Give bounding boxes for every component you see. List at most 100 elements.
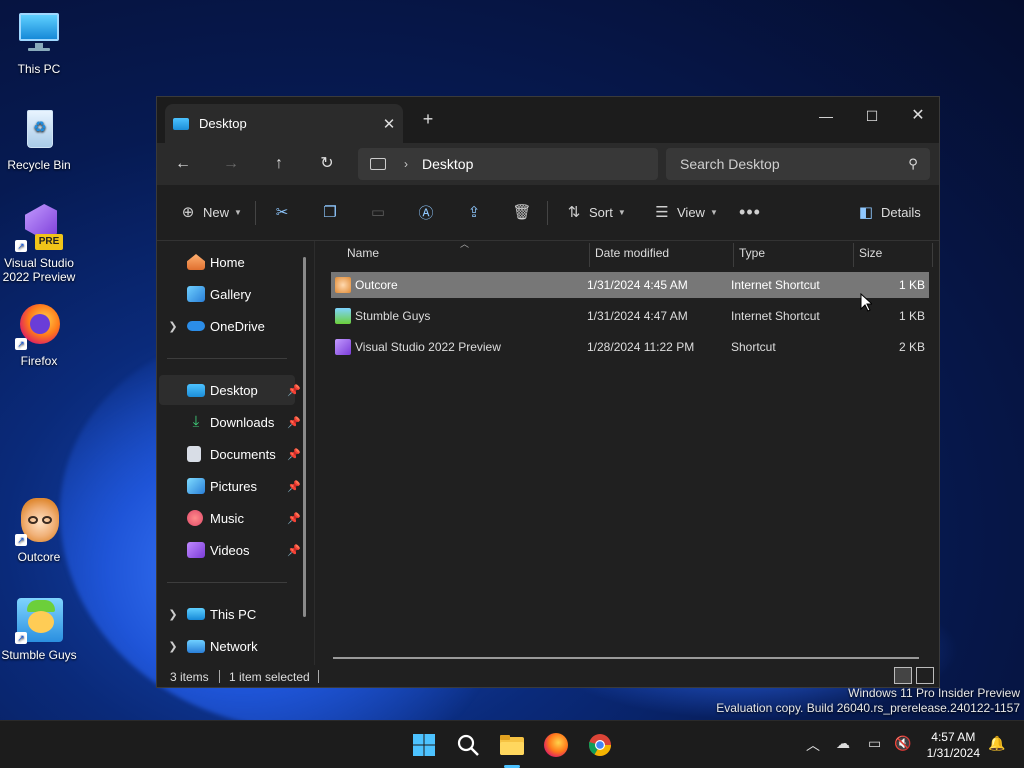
sort-button[interactable]: ⇅ Sort ▼	[559, 197, 626, 227]
new-tab-button[interactable]: +	[415, 109, 441, 130]
clipboard-icon: ▭	[370, 204, 386, 221]
taskbar-chrome[interactable]	[584, 729, 616, 761]
show-hidden-icons-chevron-up-icon[interactable]: ︿	[806, 735, 820, 755]
search-box[interactable]: ⚲	[666, 148, 930, 180]
sidebar-item-documents[interactable]: Documents 📌	[159, 439, 301, 469]
sidebar-item-home[interactable]: Home	[159, 247, 295, 277]
table-row[interactable]: Visual Studio 2022 Preview 1/28/2024 11:…	[331, 334, 929, 360]
toolbar-divider	[255, 201, 256, 225]
address-bar[interactable]: › Desktop	[358, 148, 658, 180]
desktop-icon-firefox[interactable]: ↗ Firefox	[1, 302, 77, 368]
home-icon	[187, 254, 205, 270]
new-button[interactable]: ⊕ New ▼	[173, 197, 242, 227]
search-input[interactable]	[680, 156, 896, 172]
sidebar-item-videos[interactable]: Videos 📌	[159, 535, 301, 565]
file-size: 2 KB	[898, 340, 925, 354]
minimize-button[interactable]: —	[803, 101, 849, 131]
breadcrumb-desktop[interactable]: Desktop	[422, 156, 473, 172]
network-display-icon[interactable]: ▭	[868, 735, 881, 752]
maximize-button[interactable]: ☐	[849, 101, 895, 131]
up-button[interactable]: ↑	[264, 149, 294, 179]
column-header-type[interactable]: Type	[739, 241, 765, 271]
view-button[interactable]: ☰ View ▼	[647, 197, 718, 227]
view-lines-icon: ☰	[655, 204, 669, 221]
sidebar-item-gallery[interactable]: Gallery	[159, 279, 295, 309]
rename-button[interactable]: Ⓐ	[411, 197, 441, 227]
chevron-down-icon: ▼	[234, 207, 242, 217]
refresh-button[interactable]: ↻	[312, 149, 342, 179]
sidebar-scrollbar[interactable]	[303, 257, 306, 617]
back-button[interactable]: ←	[168, 149, 198, 179]
sidebar-divider	[167, 582, 287, 583]
pin-icon[interactable]: 📌	[287, 480, 301, 493]
delete-button[interactable]: 🗑	[507, 197, 537, 227]
sidebar-item-network[interactable]: ❯ Network	[159, 631, 295, 661]
sidebar-item-label: Documents	[210, 446, 276, 462]
sidebar-item-music[interactable]: Music 📌	[159, 503, 301, 533]
taskbar-firefox[interactable]	[540, 729, 572, 761]
sidebar-item-label: Gallery	[210, 286, 252, 302]
monitor-icon	[15, 10, 63, 58]
file-name: Stumble Guys	[355, 309, 431, 323]
sidebar-item-this-pc[interactable]: ❯ This PC	[159, 599, 295, 629]
search-taskbar-button[interactable]	[452, 729, 484, 761]
pre-badge: PRE	[35, 234, 63, 250]
more-options-button[interactable]: •••	[735, 197, 765, 227]
share-button[interactable]: ⇪	[459, 197, 489, 227]
notification-bell-icon[interactable]: 🔔	[988, 735, 1005, 752]
table-row[interactable]: Outcore 1/31/2024 4:45 AM Internet Short…	[331, 272, 929, 298]
column-header-name[interactable]: Name	[347, 241, 379, 271]
folder-icon	[500, 735, 524, 755]
clock[interactable]: 4:57 AM 1/31/2024	[927, 729, 980, 761]
sidebar-item-desktop[interactable]: Desktop 📌	[159, 375, 301, 405]
sidebar-item-pictures[interactable]: Pictures 📌	[159, 471, 301, 501]
desktop-icon-recycle-bin[interactable]: ♻ Recycle Bin	[1, 106, 77, 172]
tab-desktop[interactable]: Desktop ✕	[165, 104, 403, 143]
desktop-icon-visual-studio[interactable]: PRE ↗ Visual Studio 2022 Preview	[1, 204, 77, 284]
pin-icon[interactable]: 📌	[287, 448, 301, 461]
desktop-icon-this-pc[interactable]: This PC	[1, 10, 77, 76]
close-window-button[interactable]: ✕	[895, 101, 941, 131]
document-icon	[187, 446, 201, 462]
column-divider[interactable]	[932, 243, 933, 267]
pin-icon[interactable]: 📌	[287, 544, 301, 557]
pin-icon[interactable]: 📌	[287, 512, 301, 525]
forward-button[interactable]: →	[216, 149, 246, 179]
sidebar-item-downloads[interactable]: ⤓ Downloads 📌	[159, 407, 301, 437]
details-button[interactable]: ◧ Details	[851, 197, 921, 227]
pin-icon[interactable]: 📌	[287, 416, 301, 429]
volume-muted-icon[interactable]: 🔇	[894, 735, 911, 752]
sidebar-item-label: Downloads	[210, 414, 275, 430]
visual-studio-file-icon	[335, 339, 351, 355]
file-name: Outcore	[355, 278, 398, 292]
plus-circle-icon: ⊕	[181, 204, 195, 221]
desktop-icon-label: This PC	[17, 62, 61, 76]
column-header-date[interactable]: Date modified	[595, 241, 669, 271]
horizontal-scrollbar[interactable]	[333, 657, 919, 659]
column-divider[interactable]	[853, 243, 854, 267]
table-row[interactable]: Stumble Guys 1/31/2024 4:47 AM Internet …	[331, 303, 929, 329]
chevron-right-icon[interactable]: ❯	[159, 320, 187, 333]
paste-button[interactable]: ▭	[363, 197, 393, 227]
close-tab-icon[interactable]: ✕	[375, 115, 403, 133]
desktop-icon-outcore[interactable]: ↗ Outcore	[1, 498, 77, 564]
column-header-size[interactable]: Size	[859, 241, 882, 271]
desktop-icon-stumble-guys[interactable]: ↗ Stumble Guys	[1, 596, 77, 662]
chevron-right-icon[interactable]: ❯	[159, 608, 187, 621]
cut-button[interactable]: ✂	[267, 197, 297, 227]
video-icon	[187, 542, 205, 558]
copy-button[interactable]: ❐	[315, 197, 345, 227]
pin-icon[interactable]: 📌	[287, 384, 301, 397]
column-divider[interactable]	[733, 243, 734, 267]
tab-title: Desktop	[199, 116, 247, 131]
chevron-right-icon[interactable]: ❯	[159, 640, 187, 653]
cloud-offline-icon[interactable]: ☁	[836, 735, 850, 752]
details-view-icon[interactable]	[894, 667, 912, 684]
taskbar-file-explorer[interactable]	[496, 729, 528, 768]
column-divider[interactable]	[589, 243, 590, 267]
sidebar-item-onedrive[interactable]: ❯ OneDrive	[159, 311, 295, 341]
copy-icon: ❐	[323, 204, 337, 221]
start-button[interactable]	[408, 729, 440, 761]
large-icons-view-icon[interactable]	[916, 667, 934, 684]
sidebar-divider	[167, 358, 287, 359]
